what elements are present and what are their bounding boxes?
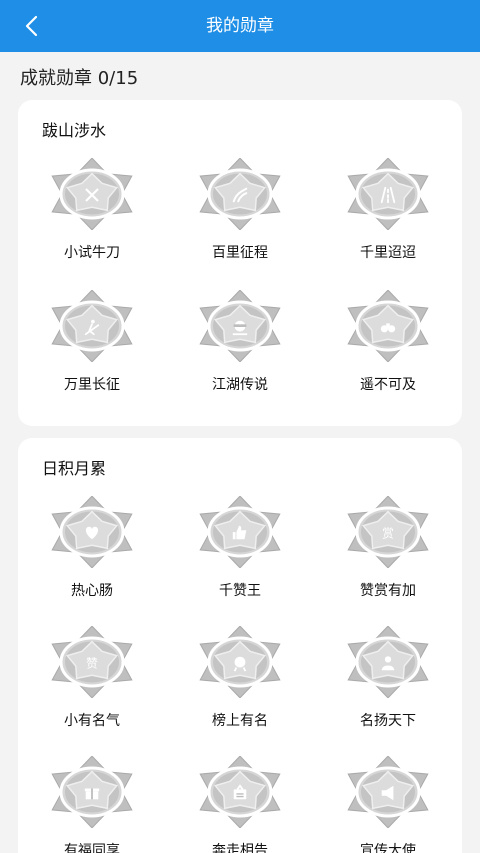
- road-curve-icon: [199, 158, 281, 230]
- badge-label: 遥不可及: [360, 377, 416, 393]
- medal: [44, 496, 140, 568]
- gift-icon: [51, 756, 133, 828]
- ranking-badge-icon: [199, 626, 281, 698]
- medal: [192, 158, 288, 230]
- badge-item[interactable]: 万里长征: [18, 290, 166, 394]
- badge-label: 小有名气: [64, 713, 120, 729]
- medal: 赏: [340, 496, 436, 568]
- medal: [192, 626, 288, 698]
- medal: [340, 756, 436, 828]
- badge-label: 千里迢迢: [360, 245, 416, 261]
- person-icon: [347, 626, 429, 698]
- medal: [340, 158, 436, 230]
- badge-label: 名扬天下: [360, 713, 416, 729]
- section-card-trekking: 跋山涉水 小试牛刀 百里征程 千里迢迢 万里长征 江湖传说 遥不可及: [18, 100, 462, 426]
- badge-item[interactable]: 名扬天下: [314, 626, 462, 730]
- svg-text:赞: 赞: [86, 657, 98, 671]
- svg-text:赏: 赏: [382, 527, 394, 541]
- medal: [340, 626, 436, 698]
- badge-label: 小试牛刀: [64, 245, 120, 261]
- badge-grid: 小试牛刀 百里征程 千里迢迢 万里长征 江湖传说 遥不可及: [18, 158, 462, 394]
- page-title: 我的勋章: [206, 16, 274, 36]
- highway-icon: [347, 158, 429, 230]
- badge-label: 赞赏有加: [360, 583, 416, 599]
- top-bar: 我的勋章: [0, 0, 480, 52]
- badge-item[interactable]: 小试牛刀: [18, 158, 166, 262]
- binoculars-icon: [347, 290, 429, 362]
- badge-item[interactable]: 千里迢迢: [314, 158, 462, 262]
- badge-label: 江湖传说: [212, 377, 268, 393]
- megaphone-icon: [347, 756, 429, 828]
- badge-item[interactable]: 赞小有名气: [18, 626, 166, 730]
- crossed-swords-icon: [51, 158, 133, 230]
- medal: [44, 290, 140, 362]
- section-title: 跋山涉水: [42, 121, 107, 140]
- share-icon: [199, 756, 281, 828]
- badge-item[interactable]: 宣传大使: [314, 756, 462, 853]
- masked-hero-icon: [199, 290, 281, 362]
- reward-icon: 赏: [347, 496, 429, 568]
- badge-label: 万里长征: [64, 377, 120, 393]
- medal: [340, 290, 436, 362]
- medal: [44, 158, 140, 230]
- badge-item[interactable]: 榜上有名: [166, 626, 314, 730]
- badge-label: 千赞王: [219, 583, 261, 599]
- badge-label: 热心肠: [71, 583, 113, 599]
- medal: [192, 290, 288, 362]
- badge-label: 奔走相告: [212, 843, 268, 853]
- badge-item[interactable]: 遥不可及: [314, 290, 462, 394]
- section-card-accumulation: 日积月累 热心肠 千赞王 赏赞赏有加 赞小有名气 榜上有名 名扬天下 有福同享 …: [18, 438, 462, 853]
- badge-item[interactable]: 赏赞赏有加: [314, 496, 462, 600]
- badge-label: 榜上有名: [212, 713, 268, 729]
- thumbs-up-icon: [199, 496, 281, 568]
- popularity-icon: 赞: [51, 626, 133, 698]
- badge-label: 百里征程: [212, 245, 268, 261]
- medal: [192, 496, 288, 568]
- medal: [44, 756, 140, 828]
- climber-icon: [51, 290, 133, 362]
- heart-icon: [51, 496, 133, 568]
- badge-item[interactable]: 有福同享: [18, 756, 166, 853]
- badge-label: 宣传大使: [360, 843, 416, 853]
- badge-item[interactable]: 江湖传说: [166, 290, 314, 394]
- medal: [192, 756, 288, 828]
- section-title: 日积月累: [42, 459, 107, 478]
- badge-item[interactable]: 千赞王: [166, 496, 314, 600]
- achievement-count: 成就勋章 0/15: [20, 68, 139, 89]
- medal: 赞: [44, 626, 140, 698]
- badge-item[interactable]: 奔走相告: [166, 756, 314, 853]
- badge-label: 有福同享: [64, 843, 120, 853]
- badge-grid: 热心肠 千赞王 赏赞赏有加 赞小有名气 榜上有名 名扬天下 有福同享 奔走相告 …: [18, 496, 462, 853]
- badge-item[interactable]: 百里征程: [166, 158, 314, 262]
- badge-item[interactable]: 热心肠: [18, 496, 166, 600]
